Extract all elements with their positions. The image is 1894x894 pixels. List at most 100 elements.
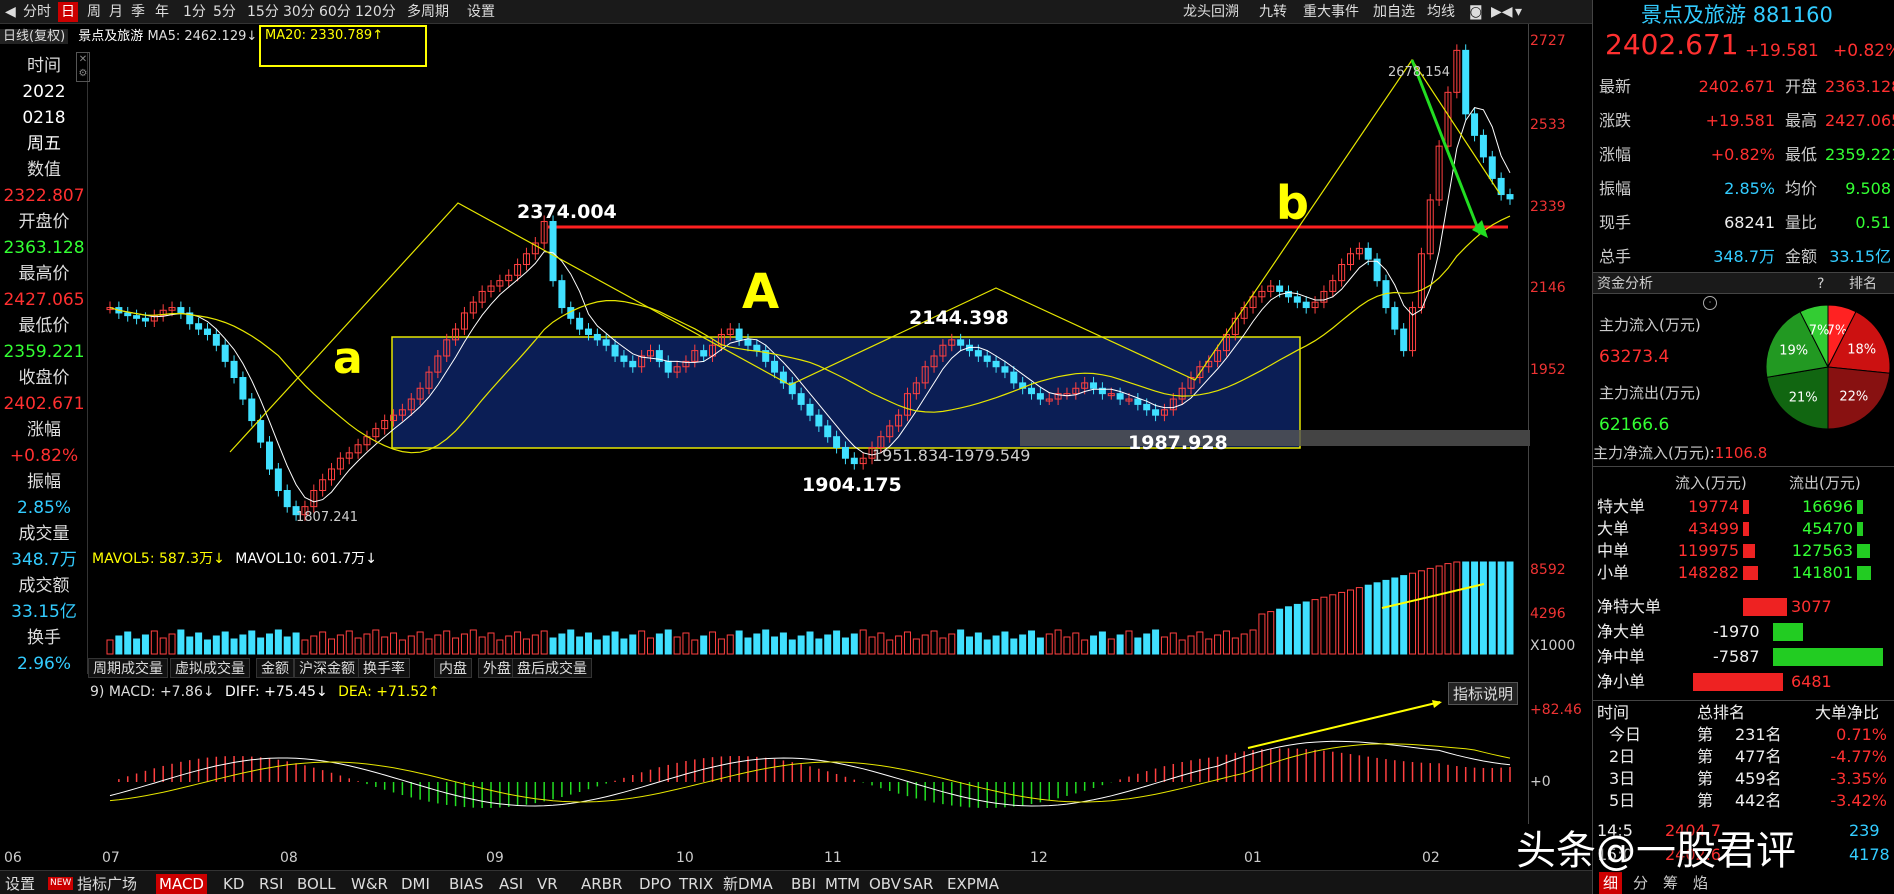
toolbar-item-5[interactable]: 年 bbox=[152, 2, 172, 22]
volume-tab-2[interactable]: 金额 bbox=[256, 658, 294, 678]
volume-bar bbox=[398, 639, 406, 655]
tool-major-events[interactable]: 重大事件 bbox=[1300, 2, 1362, 22]
volume-tab-1[interactable]: 虚拟成交量 bbox=[170, 658, 250, 678]
candle bbox=[584, 328, 592, 335]
volume-tick-2: X1000 bbox=[1530, 638, 1576, 654]
tool-add-watchlist[interactable]: 加自选 bbox=[1370, 2, 1418, 22]
candle bbox=[735, 328, 743, 341]
indicator-tab-14[interactable]: 新DMA bbox=[720, 874, 776, 894]
toolbar-item-9[interactable]: 30分 bbox=[280, 2, 318, 22]
candle bbox=[1036, 393, 1044, 400]
indicator-tab-5[interactable]: BOLL bbox=[294, 874, 339, 894]
flow-header-out: 流出(万元) bbox=[1789, 474, 1861, 492]
back-arrow-icon[interactable]: ◀ bbox=[2, 2, 19, 22]
toolbar-item-0[interactable]: 分时 bbox=[20, 2, 54, 22]
tool-nine-turn[interactable]: 九转 bbox=[1256, 2, 1290, 22]
price-tick-2: 2339 bbox=[1530, 199, 1566, 215]
fund-rank-button[interactable]: 排名 bbox=[1849, 273, 1877, 295]
volume-bar bbox=[514, 631, 522, 655]
candle bbox=[974, 350, 982, 357]
toolbar-item-3[interactable]: 月 bbox=[106, 2, 126, 22]
candle bbox=[983, 355, 991, 362]
indicator-tab-17[interactable]: OBV bbox=[866, 874, 904, 894]
volume-bar bbox=[159, 637, 167, 655]
pie-toggle-icon[interactable]: · bbox=[1703, 296, 1717, 310]
indicator-tab-6[interactable]: W&R bbox=[348, 874, 391, 894]
indicator-tab-16[interactable]: MTM bbox=[822, 874, 863, 894]
toolbar-item-8[interactable]: 15分 bbox=[244, 2, 282, 22]
volume-bar bbox=[1196, 631, 1204, 655]
volume-bar bbox=[1400, 575, 1408, 655]
indicator-tab-13[interactable]: TRIX bbox=[676, 874, 716, 894]
toolbar-item-6[interactable]: 1分 bbox=[180, 2, 209, 22]
candle bbox=[797, 393, 805, 405]
rank-prefix-2: 第 bbox=[1697, 769, 1714, 788]
volume-bar bbox=[691, 639, 699, 655]
volume-bar bbox=[903, 631, 911, 655]
candle bbox=[1152, 409, 1160, 416]
left-value-0: 2022 bbox=[22, 82, 66, 102]
volume-tab-5[interactable]: 内盘 bbox=[434, 658, 472, 678]
net-bar-2 bbox=[1773, 648, 1883, 666]
period-label[interactable]: 日线(复权) bbox=[0, 29, 69, 44]
volume-bar bbox=[1072, 632, 1080, 655]
fund-help-button[interactable]: ? bbox=[1817, 273, 1824, 295]
indicator-tab-8[interactable]: BIAS bbox=[446, 874, 487, 894]
indicator-tab-9[interactable]: ASI bbox=[496, 874, 526, 894]
indicator-tab-3[interactable]: KD bbox=[220, 874, 247, 894]
indicator-tab-2[interactable]: MACD bbox=[156, 874, 207, 894]
volume-tab-7[interactable]: 盘后成交量 bbox=[512, 658, 592, 678]
volume-bar bbox=[354, 637, 362, 655]
volume-bar bbox=[868, 636, 876, 655]
toolbar-item-4[interactable]: 季 bbox=[128, 2, 148, 22]
candle bbox=[1400, 328, 1408, 352]
toolbar-item-10[interactable]: 60分 bbox=[316, 2, 354, 22]
candle bbox=[992, 360, 1000, 368]
net-value-0: 3077 bbox=[1791, 597, 1832, 616]
indicator-tab-4[interactable]: RSI bbox=[256, 874, 286, 894]
quote-label-0: 最新 bbox=[1599, 77, 1632, 96]
indicator-tab-15[interactable]: BBI bbox=[788, 874, 819, 894]
wave-label-b: b bbox=[1276, 176, 1309, 230]
volume-tab-3[interactable]: 沪深金额 bbox=[294, 658, 360, 678]
volume-bar bbox=[363, 633, 371, 655]
indicator-tab-0[interactable]: 设置 bbox=[2, 874, 38, 894]
volume-bar bbox=[1479, 561, 1487, 655]
candle bbox=[1090, 382, 1098, 389]
toolbar-item-13[interactable]: 设置 bbox=[464, 2, 498, 22]
tool-dragon-backtrack[interactable]: 龙头回溯 bbox=[1180, 2, 1242, 22]
indicator-tab-10[interactable]: VR bbox=[534, 874, 561, 894]
flow-in-bar-2 bbox=[1743, 544, 1755, 558]
rank-day-1: 2日 bbox=[1609, 747, 1636, 766]
quote-value-4: 68241 bbox=[1724, 213, 1775, 232]
tool-ma[interactable]: 均线 bbox=[1424, 2, 1458, 22]
indicator-tab-7[interactable]: DMI bbox=[398, 874, 433, 894]
indicator-tab-19[interactable]: EXPMA bbox=[944, 874, 1002, 894]
indicator-tab-12[interactable]: DPO bbox=[636, 874, 674, 894]
candle bbox=[195, 323, 203, 330]
indicator-tab-1[interactable]: 指标广场 NEW bbox=[48, 874, 140, 894]
volume-tab-4[interactable]: 换手率 bbox=[358, 658, 410, 678]
volume-bar bbox=[974, 632, 982, 655]
close-icon[interactable]: ✕ ⚙ bbox=[76, 52, 90, 82]
indicator-tab-11[interactable]: ARBR bbox=[578, 874, 625, 894]
flow-in-bar-3 bbox=[1743, 566, 1758, 580]
toolbar-item-11[interactable]: 120分 bbox=[352, 2, 399, 22]
date-tick-8: 02 bbox=[1422, 850, 1440, 866]
toolbar-item-2[interactable]: 周 bbox=[84, 2, 104, 22]
toolbar-item-7[interactable]: 5分 bbox=[210, 2, 239, 22]
dropdown-icon[interactable]: ▾ bbox=[1512, 2, 1525, 22]
volume-bar bbox=[478, 636, 486, 655]
volume-tab-6[interactable]: 外盘 bbox=[478, 658, 516, 678]
camera-icon[interactable]: ◙ bbox=[1466, 2, 1486, 22]
label-trough: 1807.241 bbox=[296, 510, 359, 525]
candle bbox=[1116, 393, 1124, 400]
indicator-tab-18[interactable]: SAR bbox=[900, 874, 936, 894]
date-tick-4: 10 bbox=[676, 850, 694, 866]
volume-bar bbox=[939, 637, 947, 655]
volume-tab-0[interactable]: 周期成交量 bbox=[88, 658, 168, 678]
fund-title-bar: 资金分析 ? 排名 bbox=[1593, 272, 1894, 294]
toolbar-item-1[interactable]: 日 bbox=[58, 2, 78, 22]
volume-bar bbox=[1497, 561, 1505, 655]
toolbar-item-12[interactable]: 多周期 bbox=[404, 2, 452, 22]
